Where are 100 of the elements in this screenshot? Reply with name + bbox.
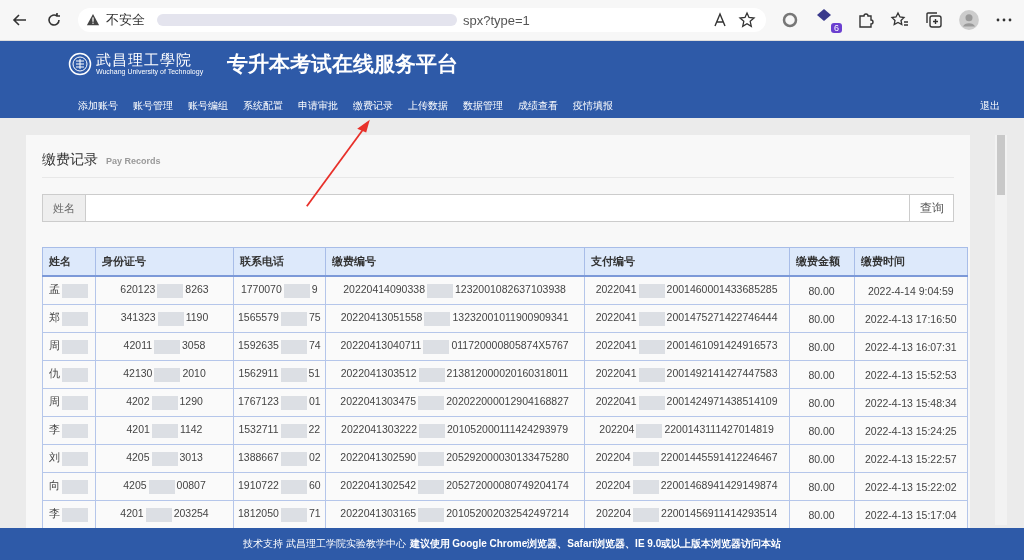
cell-text: 郑	[48, 311, 60, 324]
cell-text: 1910722	[238, 479, 279, 492]
cell-text: 2022-4-13 15:22:57	[864, 452, 957, 465]
cell-text: 42130	[123, 367, 153, 380]
cell-text: 22001456911414293514	[661, 507, 778, 520]
cell-text: 2022-4-14 9:04:59	[867, 284, 954, 297]
cell-text: 2022041303165	[340, 507, 417, 520]
cell-text: 71	[308, 507, 321, 520]
cell-text: 2022041302590	[340, 451, 417, 464]
nav-link[interactable]: 成绩查看	[518, 99, 558, 113]
cell-text: 80.00	[808, 396, 835, 409]
cell-text: 1565579	[238, 311, 279, 324]
nav-link[interactable]: 上传数据	[408, 99, 448, 113]
cell-text: 011720000805874X5767	[451, 339, 569, 352]
cell-text: 2022041	[595, 339, 637, 352]
cell-text: 00807	[176, 479, 206, 492]
cell-text: 205272000080749204174	[446, 479, 569, 492]
cell-text: 李	[48, 507, 60, 520]
cell-text: 201052002032542497214	[446, 507, 569, 520]
cell-text: 9	[311, 283, 318, 296]
cell-text: 4202	[126, 395, 150, 408]
url-text: spx?type=1	[463, 12, 530, 28]
nav-link[interactable]: 申请审批	[298, 99, 338, 113]
column-header: 姓名	[49, 254, 71, 267]
page-subtitle: Pay Records	[106, 156, 161, 166]
cell-text: 1812050	[238, 507, 279, 520]
cell-text: 2022041	[595, 283, 637, 296]
cell-text: 2010	[182, 367, 206, 380]
cell-text: 2022041303222	[341, 423, 417, 436]
cell-text: 孟	[48, 283, 60, 296]
cell-text: 2022041	[595, 311, 637, 324]
logo-name: 武昌理工學院	[96, 52, 193, 68]
column-header: 缴费时间	[860, 254, 905, 267]
nav-link[interactable]: 疫情填报	[573, 99, 613, 113]
cell-text: 向	[48, 479, 60, 492]
cell-text: 1388667	[238, 451, 279, 464]
cell-text: 02	[308, 451, 321, 464]
cell-text: 22001445591412246467	[660, 451, 778, 464]
cell-text: 80.00	[808, 452, 835, 465]
cell-text: 20220414090338	[343, 283, 425, 296]
cell-text: 80.00	[808, 340, 835, 353]
cell-text: 2022-4-13 15:22:02	[864, 480, 957, 493]
cell-text: 2022-4-13 17:16:50	[864, 312, 957, 325]
cell-text: 2022-4-13 15:52:53	[864, 368, 957, 381]
cell-text: 1767123	[238, 395, 279, 408]
nav-link[interactable]: 账号编组	[188, 99, 228, 113]
nav-link[interactable]: 账号管理	[133, 99, 173, 113]
cell-text: 1770070	[240, 283, 282, 296]
cell-text: 20220413040711	[340, 339, 422, 352]
cell-text: 201052000111424293979	[447, 423, 569, 436]
cell-text: 4205	[126, 451, 150, 464]
cell-text: 1232001082637103938	[455, 283, 566, 296]
nav-link[interactable]: 数据管理	[463, 99, 503, 113]
cell-text: 2022-4-13 15:24:25	[864, 424, 957, 437]
cell-text: 2200143111427014819	[664, 423, 774, 436]
cell-text: 1562911	[238, 367, 279, 380]
cell-text: 2022041303512	[340, 367, 417, 380]
cell-text: 80.00	[808, 368, 835, 381]
cell-text: 213812000020160318011	[446, 367, 569, 380]
column-header: 联系电话	[240, 254, 284, 267]
cell-text: 80.00	[808, 284, 835, 297]
cell-text: 74	[308, 339, 321, 352]
cell-text: 13232001011900909341	[452, 311, 569, 324]
cell-text: 2001475271422746444	[666, 311, 778, 324]
cell-text: 周	[48, 339, 60, 352]
address-bar[interactable]: 不安全 spx?type=1	[78, 8, 766, 32]
cell-text: 1142	[179, 423, 203, 436]
cell-text: 2022041	[595, 395, 637, 408]
cell-text: 1592635	[238, 339, 279, 352]
security-label: 不安全	[106, 11, 145, 29]
nav-link[interactable]: 缴费记录	[353, 99, 393, 113]
cell-text: 2022041302542	[340, 479, 417, 492]
cell-text: 2022041	[595, 367, 637, 380]
cell-text: 60	[308, 479, 321, 492]
cell-text: 202204	[595, 451, 631, 464]
column-header: 身份证号	[102, 254, 146, 267]
cell-text: 4201	[126, 423, 150, 436]
cell-text: 2001492141427447583	[666, 367, 778, 380]
footer-notice: 建议使用 Google Chrome浏览器、Safari浏览器、IE 9.0或以上版本浏览器访问本站	[409, 537, 782, 551]
cell-text: 341323	[120, 311, 156, 324]
cell-text: 20220413051558	[340, 311, 423, 324]
cell-text: 620123	[120, 283, 156, 296]
cell-text: 203254	[173, 507, 209, 520]
cell-text: 80.00	[808, 312, 835, 325]
page-title: 缴费记录	[42, 151, 98, 169]
cell-text: 80.00	[808, 480, 835, 493]
cell-text: 2001461091424916573	[666, 339, 778, 352]
cell-text: 80.00	[808, 424, 835, 437]
cell-text: 75	[308, 311, 321, 324]
logout-link[interactable]: 退出	[980, 99, 1000, 113]
cell-text: 22001468941429149874	[660, 479, 778, 492]
cell-text: 2022-4-13 15:48:34	[864, 396, 957, 409]
footer-credit: 技术支持 武昌理工学院实验教学中心	[242, 537, 406, 551]
cell-text: 4205	[123, 479, 147, 492]
nav-link[interactable]: 系统配置	[243, 99, 283, 113]
nav-link[interactable]: 添加账号	[78, 99, 118, 113]
cell-text: 2022-4-13 15:17:04	[864, 508, 957, 521]
cell-text: 8263	[185, 283, 209, 296]
cell-text: 80.00	[808, 508, 835, 521]
cell-text: 2001460001433685285	[666, 283, 778, 296]
